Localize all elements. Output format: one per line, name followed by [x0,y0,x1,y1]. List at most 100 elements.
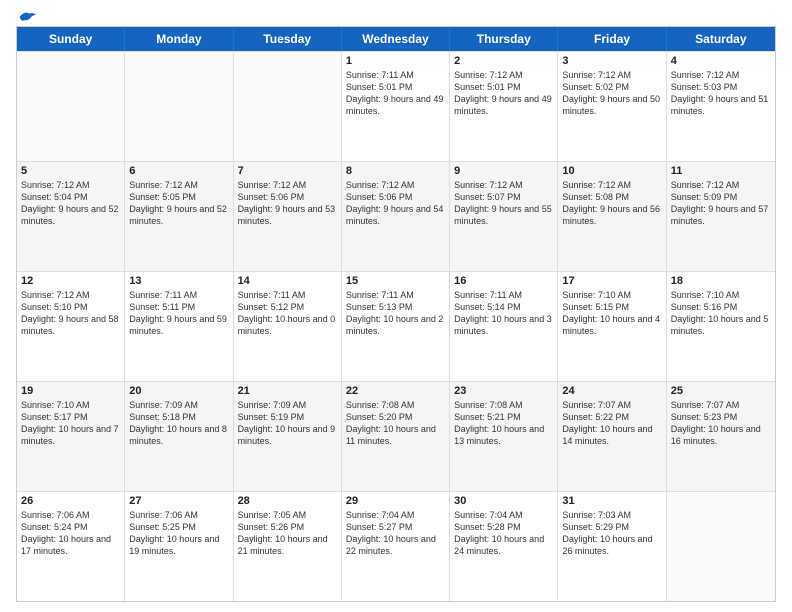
cal-cell-row1-col7: 4Sunrise: 7:12 AM Sunset: 5:03 PM Daylig… [667,52,775,161]
day-number: 6 [129,165,228,177]
cal-cell-row3-col1: 12 Sunrise: 7:12 AM Sunset: 5:10 PM Dayli… [17,272,125,381]
day-info: Sunrise: 7:04 AM Sunset: 5:27 PM Dayligh… [346,509,445,558]
day-info: Sunrise: 7:10 AM Sunset: 5:15 PM Dayligh… [562,289,661,338]
cal-cell-row1-col6: 3Sunrise: 7:12 AM Sunset: 5:02 PM Daylig… [558,52,666,161]
calendar-row-3: 12 Sunrise: 7:12 AM Sunset: 5:10 PM Dayli… [17,271,775,381]
day-info: Sunrise: 7:11 AM Sunset: 5:01 PM Dayligh… [346,69,445,118]
day-number: 12 [21,275,120,287]
cal-cell-row5-col6: 31Sunrise: 7:03 AM Sunset: 5:29 PM Dayli… [558,492,666,601]
cal-cell-row2-col2: 6 Sunrise: 7:12 AM Sunset: 5:05 PM Daylig… [125,162,233,271]
day-info: Sunrise: 7:11 AM Sunset: 5:11 PM Dayligh… [129,289,228,338]
weekday-header-sunday: Sunday [17,27,125,51]
day-info: Sunrise: 7:12 AM Sunset: 5:07 PM Dayligh… [454,179,553,228]
day-info: Sunrise: 7:12 AM Sunset: 5:01 PM Dayligh… [454,69,553,118]
day-info: Sunrise: 7:12 AM Sunset: 5:10 PM Dayligh… [21,289,120,338]
cal-cell-row3-col5: 16 Sunrise: 7:11 AM Sunset: 5:14 PM Dayli… [450,272,558,381]
day-number: 14 [238,275,337,287]
day-number: 13 [129,275,228,287]
day-number: 31 [562,495,661,507]
cal-cell-row3-col3: 14 Sunrise: 7:11 AM Sunset: 5:12 PM Dayli… [234,272,342,381]
weekday-header-tuesday: Tuesday [234,27,342,51]
day-info: Sunrise: 7:12 AM Sunset: 5:04 PM Dayligh… [21,179,120,228]
day-number: 1 [346,55,445,67]
header [16,10,776,20]
cal-cell-row4-col7: 25 Sunrise: 7:07 AM Sunset: 5:23 PM Dayli… [667,382,775,491]
calendar-row-4: 19Sunrise: 7:10 AM Sunset: 5:17 PM Dayli… [17,381,775,491]
day-number: 23 [454,385,553,397]
logo [16,10,36,20]
cal-cell-row1-col3 [234,52,342,161]
day-number: 28 [238,495,337,507]
cal-cell-row4-col5: 23 Sunrise: 7:08 AM Sunset: 5:21 PM Dayli… [450,382,558,491]
day-info: Sunrise: 7:08 AM Sunset: 5:20 PM Dayligh… [346,399,445,448]
day-number: 30 [454,495,553,507]
calendar-row-1: 1 Sunrise: 7:11 AM Sunset: 5:01 PM Daylig… [17,51,775,161]
day-number: 21 [238,385,337,397]
cal-cell-row4-col1: 19Sunrise: 7:10 AM Sunset: 5:17 PM Dayli… [17,382,125,491]
day-info: Sunrise: 7:11 AM Sunset: 5:14 PM Dayligh… [454,289,553,338]
cal-cell-row3-col6: 17 Sunrise: 7:10 AM Sunset: 5:15 PM Dayli… [558,272,666,381]
cal-cell-row5-col7 [667,492,775,601]
weekday-header-monday: Monday [125,27,233,51]
day-info: Sunrise: 7:12 AM Sunset: 5:06 PM Dayligh… [238,179,337,228]
day-info: Sunrise: 7:10 AM Sunset: 5:16 PM Dayligh… [671,289,771,338]
cal-cell-row1-col4: 1 Sunrise: 7:11 AM Sunset: 5:01 PM Daylig… [342,52,450,161]
cal-cell-row5-col5: 30 Sunrise: 7:04 AM Sunset: 5:28 PM Dayli… [450,492,558,601]
day-number: 19 [21,385,120,397]
day-number: 22 [346,385,445,397]
cal-cell-row5-col3: 28 Sunrise: 7:05 AM Sunset: 5:26 PM Dayli… [234,492,342,601]
cal-cell-row2-col1: 5 Sunrise: 7:12 AM Sunset: 5:04 PM Daylig… [17,162,125,271]
day-info: Sunrise: 7:07 AM Sunset: 5:22 PM Dayligh… [562,399,661,448]
day-number: 8 [346,165,445,177]
cal-cell-row2-col5: 9 Sunrise: 7:12 AM Sunset: 5:07 PM Daylig… [450,162,558,271]
day-number: 9 [454,165,553,177]
day-number: 16 [454,275,553,287]
logo-bird-icon [18,10,36,24]
calendar-body: 1 Sunrise: 7:11 AM Sunset: 5:01 PM Daylig… [17,51,775,601]
cal-cell-row4-col3: 21 Sunrise: 7:09 AM Sunset: 5:19 PM Dayli… [234,382,342,491]
cal-cell-row1-col5: 2 Sunrise: 7:12 AM Sunset: 5:01 PM Daylig… [450,52,558,161]
day-number: 7 [238,165,337,177]
day-info: Sunrise: 7:04 AM Sunset: 5:28 PM Dayligh… [454,509,553,558]
day-info: Sunrise: 7:12 AM Sunset: 5:08 PM Dayligh… [562,179,661,228]
day-info: Sunrise: 7:06 AM Sunset: 5:25 PM Dayligh… [129,509,228,558]
cal-cell-row2-col7: 11 Sunrise: 7:12 AM Sunset: 5:09 PM Dayli… [667,162,775,271]
day-number: 25 [671,385,771,397]
day-number: 11 [671,165,771,177]
calendar-row-5: 26Sunrise: 7:06 AM Sunset: 5:24 PM Dayli… [17,491,775,601]
day-info: Sunrise: 7:07 AM Sunset: 5:23 PM Dayligh… [671,399,771,448]
calendar-row-2: 5 Sunrise: 7:12 AM Sunset: 5:04 PM Daylig… [17,161,775,271]
day-number: 4 [671,55,771,67]
cal-cell-row3-col7: 18Sunrise: 7:10 AM Sunset: 5:16 PM Dayli… [667,272,775,381]
day-number: 2 [454,55,553,67]
day-number: 27 [129,495,228,507]
cal-cell-row2-col4: 8Sunrise: 7:12 AM Sunset: 5:06 PM Daylig… [342,162,450,271]
day-number: 24 [562,385,661,397]
cal-cell-row2-col3: 7 Sunrise: 7:12 AM Sunset: 5:06 PM Daylig… [234,162,342,271]
day-info: Sunrise: 7:11 AM Sunset: 5:12 PM Dayligh… [238,289,337,338]
weekday-header-wednesday: Wednesday [342,27,450,51]
day-info: Sunrise: 7:09 AM Sunset: 5:19 PM Dayligh… [238,399,337,448]
day-info: Sunrise: 7:08 AM Sunset: 5:21 PM Dayligh… [454,399,553,448]
cal-cell-row4-col2: 20Sunrise: 7:09 AM Sunset: 5:18 PM Dayli… [125,382,233,491]
cal-cell-row5-col4: 29Sunrise: 7:04 AM Sunset: 5:27 PM Dayli… [342,492,450,601]
day-number: 5 [21,165,120,177]
day-info: Sunrise: 7:12 AM Sunset: 5:05 PM Dayligh… [129,179,228,228]
cal-cell-row5-col1: 26Sunrise: 7:06 AM Sunset: 5:24 PM Dayli… [17,492,125,601]
cal-cell-row1-col1 [17,52,125,161]
cal-cell-row3-col2: 13 Sunrise: 7:11 AM Sunset: 5:11 PM Dayli… [125,272,233,381]
day-number: 15 [346,275,445,287]
calendar-page: SundayMondayTuesdayWednesdayThursdayFrid… [0,0,792,612]
cal-cell-row3-col4: 15 Sunrise: 7:11 AM Sunset: 5:13 PM Dayli… [342,272,450,381]
day-number: 17 [562,275,661,287]
day-info: Sunrise: 7:05 AM Sunset: 5:26 PM Dayligh… [238,509,337,558]
day-info: Sunrise: 7:12 AM Sunset: 5:09 PM Dayligh… [671,179,771,228]
weekday-header-thursday: Thursday [450,27,558,51]
weekday-header-saturday: Saturday [667,27,775,51]
day-info: Sunrise: 7:06 AM Sunset: 5:24 PM Dayligh… [21,509,120,558]
cal-cell-row2-col6: 10 Sunrise: 7:12 AM Sunset: 5:08 PM Dayli… [558,162,666,271]
day-info: Sunrise: 7:11 AM Sunset: 5:13 PM Dayligh… [346,289,445,338]
cal-cell-row1-col2 [125,52,233,161]
day-number: 3 [562,55,661,67]
day-number: 10 [562,165,661,177]
